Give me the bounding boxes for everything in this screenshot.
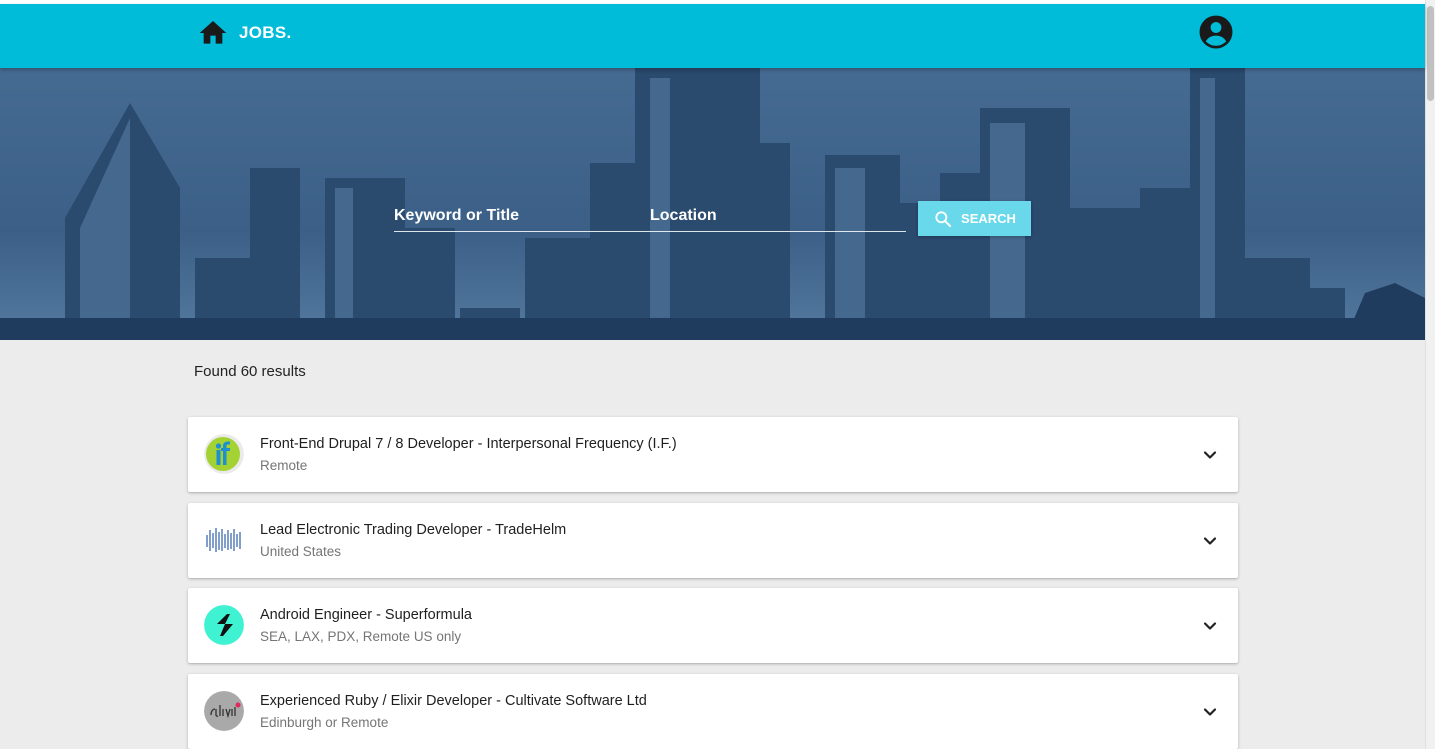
chevron-down-icon[interactable] (1198, 700, 1222, 724)
job-title: Front-End Drupal 7 / 8 Developer - Inter… (260, 436, 677, 452)
keyword-input[interactable] (394, 201, 650, 231)
chevron-down-icon[interactable] (1198, 614, 1222, 638)
job-location: Remote (260, 458, 308, 473)
search-icon (933, 209, 961, 229)
job-location: SEA, LAX, PDX, Remote US only (260, 629, 462, 644)
job-location: United States (260, 544, 342, 559)
cultivate-logo (204, 691, 244, 731)
job-title: Lead Electronic Trading Developer - Trad… (260, 522, 567, 538)
superformula-logo (204, 605, 244, 645)
results-count: Found 60 results (194, 363, 306, 380)
job-title: Experienced Ruby / Elixir Developer - Cu… (260, 693, 647, 709)
page-scrollbar[interactable] (1425, 0, 1435, 749)
location-input[interactable] (650, 201, 906, 231)
job-card[interactable]: Experienced Ruby / Elixir Developer - Cu… (188, 674, 1238, 749)
location-field (650, 201, 906, 232)
account-circle-icon (1198, 14, 1234, 50)
job-title: Android Engineer - Superformula (260, 607, 472, 623)
home-icon (197, 17, 229, 49)
chevron-down-icon[interactable] (1198, 443, 1222, 467)
chevron-down-icon[interactable] (1198, 529, 1222, 553)
brand-title: JOBS. (239, 23, 292, 42)
search-form: SEARCH (394, 201, 1034, 241)
if-logo (204, 434, 244, 474)
account-button[interactable] (1198, 14, 1234, 50)
app-bar: JOBS. (0, 4, 1425, 68)
job-card[interactable]: Front-End Drupal 7 / 8 Developer - Inter… (188, 417, 1238, 492)
search-button-label: SEARCH (961, 211, 1016, 226)
hero-banner: SEARCH (0, 68, 1425, 340)
job-card[interactable]: Lead Electronic Trading Developer - Trad… (188, 503, 1238, 578)
keyword-field (394, 201, 650, 232)
search-button[interactable]: SEARCH (918, 201, 1031, 236)
scrollbar-thumb[interactable] (1427, 6, 1434, 101)
tradehelm-logo (204, 520, 244, 560)
job-card[interactable]: Android Engineer - Superformula SEA, LAX… (188, 588, 1238, 663)
job-location: Edinburgh or Remote (260, 715, 389, 730)
home-link[interactable]: JOBS. (197, 17, 292, 49)
